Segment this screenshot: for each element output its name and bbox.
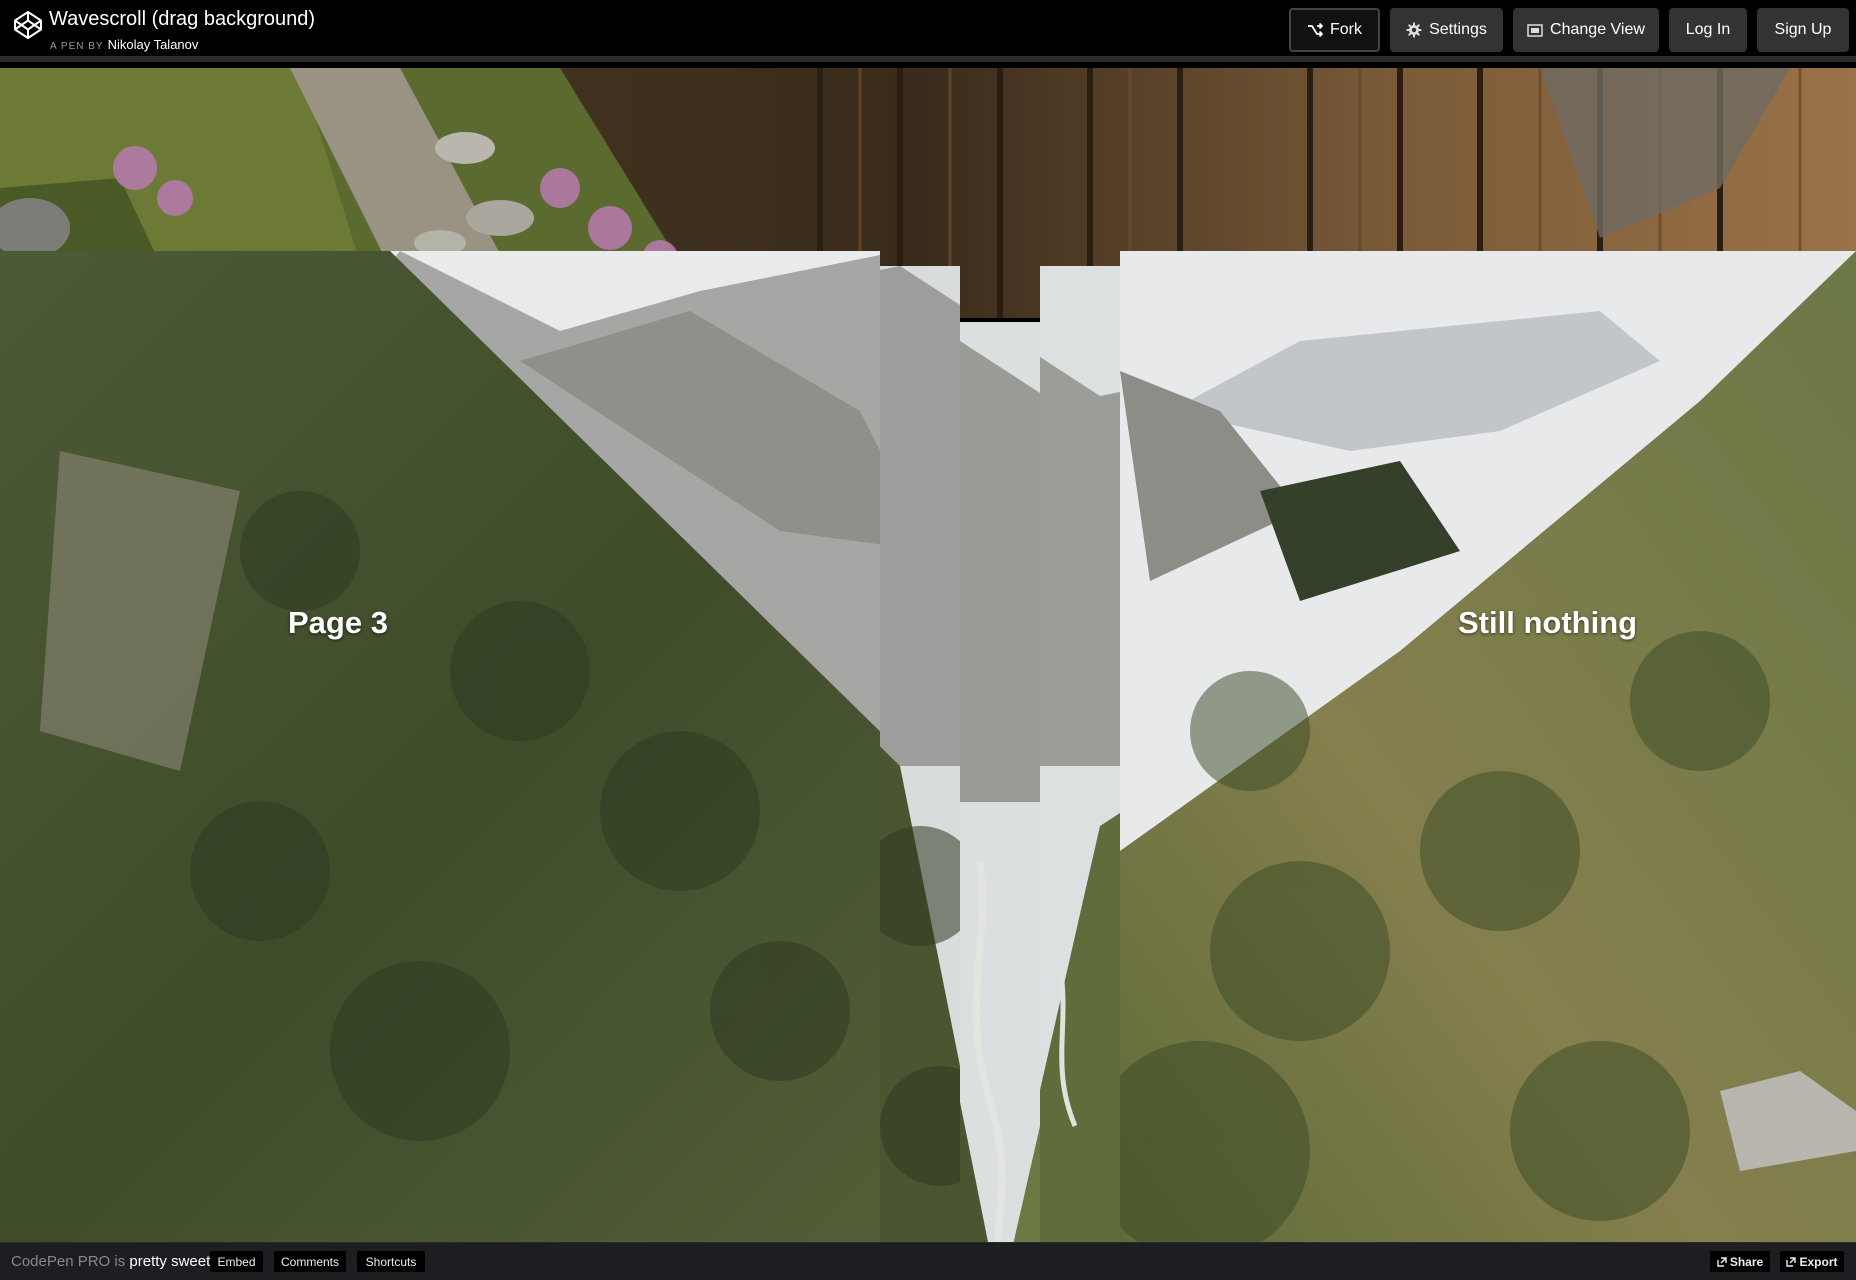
pen-title: Wavescroll (drag background) (49, 8, 316, 30)
codepen-logo-icon[interactable] (13, 10, 43, 40)
settings-button[interactable]: Settings (1390, 8, 1503, 52)
valley-image (960, 322, 1040, 1242)
shortcuts-label: Shortcuts (365, 1254, 417, 1269)
embed-label: Embed (217, 1254, 256, 1269)
log-in-label: Log In (1685, 21, 1731, 38)
sign-up-button[interactable]: Sign Up (1757, 8, 1849, 52)
gear-icon (1406, 22, 1422, 38)
pen-byline: A PEN BY Nikolay Talanov (50, 37, 198, 52)
comments-button[interactable]: Comments (274, 1251, 346, 1272)
pen-footer: CodePen PRO is pretty sweet. Embed Comme… (0, 1242, 1856, 1280)
valley-image (880, 266, 960, 1242)
fork-button[interactable]: Fork (1289, 8, 1380, 52)
wavescroll-stage[interactable]: Page 3 Still nothing (0, 68, 1856, 1242)
byline-prefix: A PEN BY (50, 41, 104, 52)
author-link[interactable]: Nikolay Talanov (108, 37, 199, 52)
valley-slice-5 (1120, 251, 1856, 1242)
forest-image (960, 68, 1040, 322)
valley-slice-4 (1040, 266, 1120, 1242)
fork-label: Fork (1330, 21, 1362, 38)
layout-icon (1527, 23, 1543, 37)
valley-image (1040, 266, 1120, 1242)
share-icon (1717, 1256, 1727, 1267)
page-label-right: Still nothing (1458, 605, 1638, 640)
promo-highlight: pretty sweet. (129, 1253, 215, 1270)
fork-icon (1308, 23, 1323, 37)
pen-header: Wavescroll (drag background) A PEN BY Nik… (0, 0, 1856, 62)
log-in-button[interactable]: Log In (1669, 8, 1747, 52)
export-button[interactable]: Export (1780, 1251, 1844, 1272)
export-icon (1786, 1256, 1797, 1267)
change-view-label: Change View (1550, 21, 1645, 38)
valley-image (0, 251, 880, 1242)
previous-page-column (960, 68, 1040, 322)
comments-label: Comments (280, 1254, 339, 1269)
shortcuts-button[interactable]: Shortcuts (357, 1251, 425, 1272)
page-label-left: Page 3 (288, 605, 388, 640)
promo-prefix: CodePen PRO is (11, 1253, 126, 1270)
valley-slice-3 (960, 322, 1040, 1242)
valley-slice-1 (0, 251, 880, 1242)
share-button[interactable]: Share (1710, 1251, 1770, 1272)
change-view-button[interactable]: Change View (1513, 8, 1659, 52)
settings-label: Settings (1429, 21, 1487, 38)
pro-promo[interactable]: CodePen PRO is pretty sweet. (11, 1253, 214, 1270)
export-label: Export (1799, 1254, 1838, 1269)
valley-image (1120, 251, 1856, 1242)
share-label: Share (1729, 1254, 1764, 1269)
sign-up-label: Sign Up (1774, 21, 1832, 38)
embed-button[interactable]: Embed (210, 1251, 263, 1272)
valley-slice-2 (880, 266, 960, 1242)
